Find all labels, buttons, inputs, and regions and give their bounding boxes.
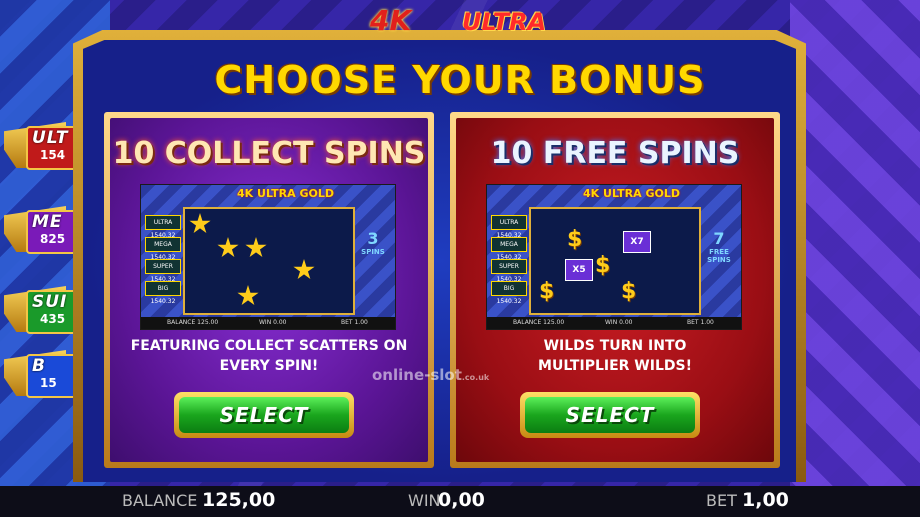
thumb-balance: BALANCE 125.00: [167, 319, 219, 326]
thumb-bet: BET 1.00: [341, 319, 368, 326]
preview-thumbnail: 4K ULTRA GOLD ULTRA 1540.32 MEGA 1540.32…: [140, 184, 396, 330]
thumb-jackpot: SUPER 1540.32: [491, 259, 527, 283]
preview-thumbnail: 4K ULTRA GOLD ULTRA 1540.32 MEGA 1540.32…: [486, 184, 742, 330]
star-icon: [245, 237, 267, 258]
thumb-jackpot: MEGA 1540.32: [145, 237, 181, 261]
logo-4k: 4K: [370, 4, 412, 37]
jackpot-name: B: [32, 356, 46, 376]
thumb-win: WIN 0.00: [259, 319, 287, 326]
dialog-title: CHOOSE YOUR BONUS: [214, 58, 706, 102]
spins-counter: 3 SPINS: [357, 229, 389, 256]
thumb-jackpot: ULTRA 1540.32: [145, 215, 181, 239]
game-logo: 4K ULTRA: [370, 4, 560, 40]
watermark: online-slot.co.uk: [372, 366, 489, 384]
spins-label: SPINS: [361, 248, 385, 256]
balance-label: BALANCE: [122, 491, 198, 510]
star-icon: [293, 259, 315, 280]
thumb-balance: BALANCE 125.00: [513, 319, 565, 326]
jackpot-amount: 154: [40, 148, 66, 162]
thumb-jackpot: MEGA 1540.32: [491, 237, 527, 261]
bonus-card-collect-spins: 10 COLLECT SPINS 4K ULTRA GOLD ULTRA 154…: [104, 112, 434, 468]
thumb-bet: BET 1.00: [687, 319, 714, 326]
thumb-reels: [183, 207, 355, 315]
bet-label: BET: [706, 491, 737, 510]
jackpot-super: SUI 435: [0, 282, 84, 338]
logo-ultra: ULTRA: [462, 8, 547, 36]
dollar-icon: $: [621, 279, 637, 304]
free-spins-counter: 7 FREE SPINS: [703, 229, 735, 264]
jackpot-name: SUI: [32, 292, 68, 312]
jackpot-amount: 435: [40, 312, 66, 326]
spins-label: FREE SPINS: [707, 248, 731, 264]
jackpot-amount: 15: [40, 376, 57, 390]
thumb-logo: 4K ULTRA GOLD: [583, 187, 680, 200]
status-bar: BALANCE 125,00 WIN 0,00 BET 1,00: [0, 486, 920, 517]
multiplier-badge: X7: [623, 231, 651, 253]
multiplier-badge: X5: [565, 259, 593, 281]
thumb-reels: $ $ $ $ X7 X5: [529, 207, 701, 315]
button-label: SELECT: [525, 397, 695, 433]
star-icon: [217, 237, 239, 258]
button-label: SELECT: [179, 397, 349, 433]
thumb-jackpot: BIG 1540.32: [145, 281, 181, 305]
win-label: WIN: [408, 491, 441, 510]
thumb-status-bar: BALANCE 125.00 WIN 0.00 BET 1.00: [487, 317, 741, 329]
win-value: 0,00: [438, 489, 485, 511]
jackpot-name: ME: [32, 212, 63, 232]
dollar-icon: $: [595, 253, 611, 278]
thumb-win: WIN 0.00: [605, 319, 633, 326]
star-icon: [189, 213, 211, 234]
jackpot-amount: 825: [40, 232, 66, 246]
bonus-card-free-spins: 10 FREE SPINS 4K ULTRA GOLD ULTRA 1540.3…: [450, 112, 780, 468]
description-line: WILDS TURN INTO: [543, 338, 687, 354]
select-collect-spins-button[interactable]: SELECT: [174, 392, 354, 438]
thumb-jackpot: SUPER 1540.32: [145, 259, 181, 283]
balance-value: 125,00: [202, 489, 276, 511]
jackpot-name: ULT: [32, 128, 69, 148]
description-line: MULTIPLIER WILDS!: [538, 358, 692, 374]
spins-count: 3: [367, 229, 379, 248]
jackpot-mega: ME 825: [0, 202, 84, 258]
jackpot-big: B 15: [0, 346, 84, 402]
star-icon: [237, 285, 259, 306]
watermark-text: online-slot: [372, 366, 462, 384]
jackpot-ultra: ULT 154: [0, 118, 84, 174]
description-line: FEATURING COLLECT SCATTERS ON: [130, 338, 408, 354]
thumb-jackpot: ULTRA 1540.32: [491, 215, 527, 239]
spins-count: 7: [713, 229, 725, 248]
watermark-suffix: .co.uk: [461, 373, 490, 382]
thumb-status-bar: BALANCE 125.00 WIN 0.00 BET 1.00: [141, 317, 395, 329]
dollar-icon: $: [539, 279, 555, 304]
dollar-icon: $: [567, 227, 583, 252]
thumb-logo: 4K ULTRA GOLD: [237, 187, 334, 200]
card-title: 10 COLLECT SPINS: [112, 136, 426, 171]
thumb-jackpot: BIG 1540.32: [491, 281, 527, 305]
bet-value: 1,00: [742, 489, 789, 511]
select-free-spins-button[interactable]: SELECT: [520, 392, 700, 438]
card-title: 10 FREE SPINS: [490, 136, 740, 171]
card-description: WILDS TURN INTO MULTIPLIER WILDS!: [450, 336, 780, 376]
